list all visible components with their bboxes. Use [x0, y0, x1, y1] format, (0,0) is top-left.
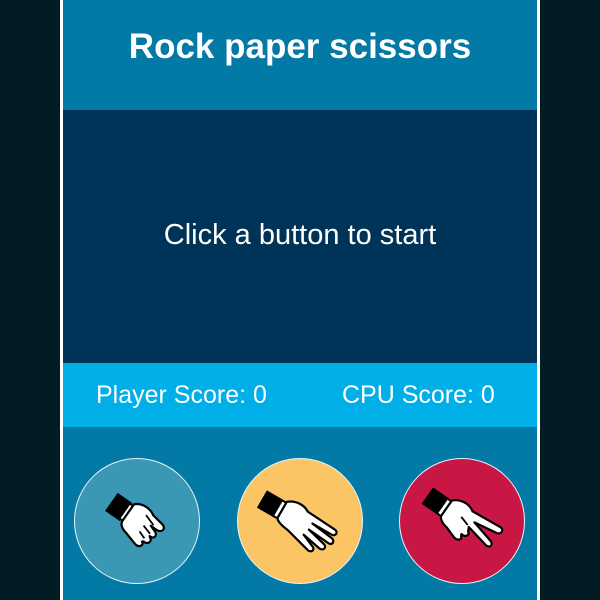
score-bar: Player Score: 0 CPU Score: 0: [63, 363, 537, 427]
game-title: Rock paper scissors: [128, 27, 472, 66]
paper-hand-icon: [256, 490, 338, 553]
game-panel: Rock paper scissors Click a button to st…: [63, 0, 537, 600]
scissors-button[interactable]: [399, 458, 525, 584]
message-panel: Click a button to start: [63, 110, 537, 363]
paper-button[interactable]: [237, 458, 363, 584]
cpu-score: CPU Score: 0: [342, 381, 495, 409]
status-message: Click a button to start: [163, 219, 437, 251]
scissors-hand-icon: [421, 488, 504, 548]
rock-button[interactable]: [74, 458, 200, 584]
player-score: Player Score: 0: [96, 381, 267, 409]
game-frame: Rock paper scissors Click a button to st…: [60, 0, 540, 600]
rock-hand-icon: [105, 492, 165, 548]
